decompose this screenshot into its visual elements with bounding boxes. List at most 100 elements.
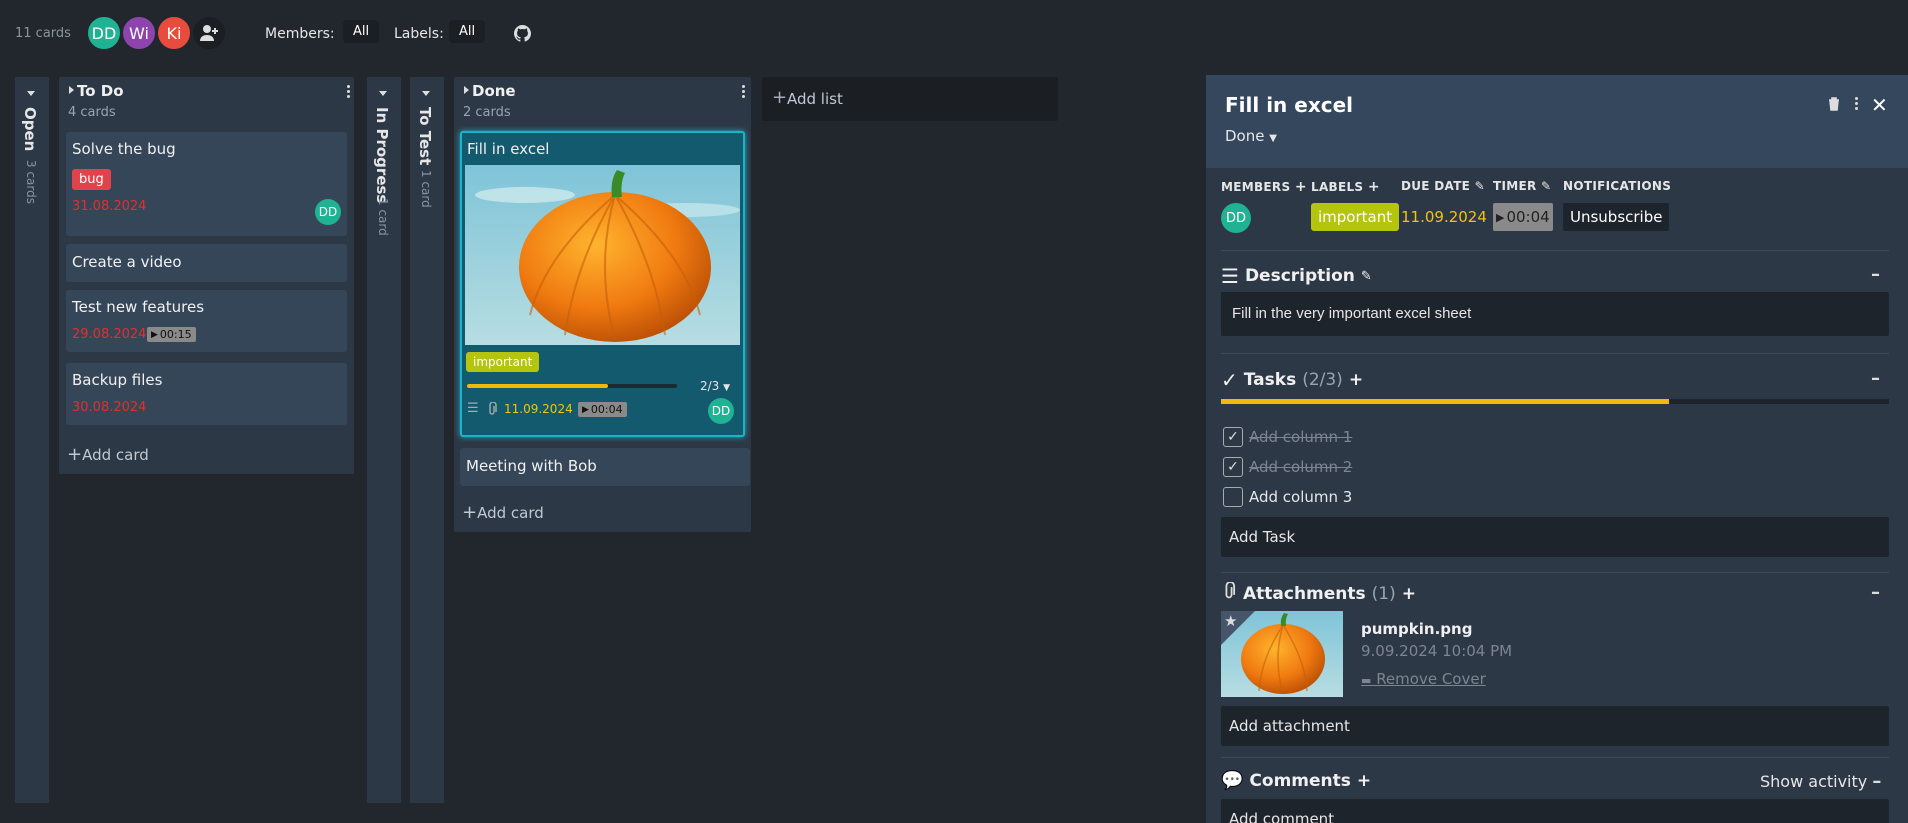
plus-icon[interactable]: +: [1349, 370, 1363, 390]
attachment-thumbnail[interactable]: ★: [1221, 611, 1343, 697]
task-count[interactable]: 2/3 ▼: [700, 379, 730, 393]
checkmark-icon: ✓: [1221, 368, 1238, 392]
list-menu-icon[interactable]: [742, 85, 745, 98]
avatar[interactable]: Wi: [121, 15, 157, 51]
list-open-collapsed[interactable]: Open 3 cards: [15, 77, 49, 803]
checkmark-icon: ✓: [1227, 459, 1239, 475]
add-comment-label: Add comment: [1229, 810, 1335, 823]
paperclip-icon: [1221, 581, 1237, 605]
list-todo: To Do 4 cards Solve the bug bug 31.08.20…: [59, 77, 354, 474]
add-task-input[interactable]: Add Task: [1221, 517, 1889, 557]
plus-icon[interactable]: +: [1357, 771, 1371, 791]
pencil-icon[interactable]: ✎: [1361, 269, 1372, 284]
card-detail-title[interactable]: Fill in excel: [1225, 93, 1353, 117]
card[interactable]: Backup files 30.08.2024: [66, 363, 347, 425]
person-add-icon[interactable]: [191, 15, 227, 51]
avatar-initials: DD: [711, 404, 731, 418]
expand-icon[interactable]: [422, 91, 430, 96]
attachment-name[interactable]: pumpkin.png: [1361, 620, 1472, 638]
avatar[interactable]: Ki: [156, 15, 192, 51]
collapse-section-icon[interactable]: –: [1871, 368, 1880, 389]
task-checkbox[interactable]: [1223, 487, 1243, 507]
unsubscribe-button[interactable]: Unsubscribe: [1563, 203, 1670, 231]
close-icon[interactable]: ✕: [1871, 93, 1888, 117]
card[interactable]: Solve the bug bug 31.08.2024 DD: [66, 132, 347, 236]
task-checkbox[interactable]: ✓: [1223, 457, 1243, 477]
card-title: Solve the bug: [72, 140, 176, 158]
add-comment-input[interactable]: Add comment: [1221, 799, 1889, 823]
add-list-button[interactable]: + Add list: [762, 77, 1058, 121]
task-text[interactable]: Add column 3: [1249, 488, 1352, 506]
list-menu-icon[interactable]: [347, 85, 350, 98]
plus-icon[interactable]: +: [1402, 584, 1416, 604]
add-attachment-button[interactable]: Add attachment: [1221, 706, 1889, 746]
tasks-progress-bar: [1221, 399, 1889, 404]
timer-value: 00:04: [590, 403, 623, 416]
trash-icon[interactable]: [1828, 96, 1840, 115]
due-date-heading: DUE DATE ✎: [1401, 179, 1485, 193]
description-box[interactable]: Fill in the very important excel sheet: [1221, 292, 1889, 336]
section-heading-text: TIMER: [1493, 179, 1537, 193]
pencil-icon[interactable]: ✎: [1475, 179, 1485, 193]
list-selector-label: Done: [1225, 127, 1265, 145]
show-activity-button[interactable]: Show activity –: [1760, 771, 1881, 792]
avatar[interactable]: DD: [86, 15, 122, 51]
task-checkbox[interactable]: ✓: [1223, 427, 1243, 447]
play-icon: ▶: [582, 404, 589, 415]
collapse-section-icon[interactable]: –: [1871, 264, 1880, 285]
detail-label[interactable]: important: [1311, 203, 1400, 231]
expand-icon[interactable]: [379, 91, 387, 96]
task-text[interactable]: Add column 2: [1249, 458, 1352, 476]
checkmark-icon: ✓: [1227, 429, 1239, 445]
detail-due-date[interactable]: 11.09.2024: [1401, 208, 1487, 226]
tasks-heading: ✓ Tasks (2/3) +: [1221, 368, 1363, 392]
list-title: To Do: [77, 82, 124, 100]
avatar[interactable]: DD: [1221, 203, 1251, 233]
task-text[interactable]: Add column 1: [1249, 428, 1352, 446]
task-progress-fill: [467, 384, 608, 388]
card[interactable]: Create a video: [66, 244, 347, 282]
labels-filter-button[interactable]: All: [449, 20, 486, 43]
add-card-button[interactable]: +Add card: [67, 444, 149, 465]
star-icon[interactable]: ★: [1224, 612, 1237, 630]
divider: [1221, 353, 1889, 354]
task-count-value: 2/3: [700, 379, 720, 393]
card[interactable]: Test new features 29.08.2024 ▶ 00:15: [66, 290, 347, 352]
divider: [1221, 572, 1889, 573]
pencil-icon[interactable]: ✎: [1541, 179, 1551, 193]
section-heading-text: Description: [1244, 266, 1355, 286]
timer-heading: TIMER ✎: [1493, 179, 1551, 193]
plus-icon[interactable]: +: [1295, 179, 1307, 195]
add-card-button[interactable]: +Add card: [462, 502, 544, 523]
attachments-count: (1): [1371, 583, 1396, 604]
list-totest-collapsed[interactable]: To Test 1 card: [410, 77, 444, 803]
caret-down-icon: ▼: [1269, 133, 1277, 144]
section-heading-text: MEMBERS: [1221, 180, 1291, 194]
github-icon[interactable]: [514, 25, 531, 46]
card-count: 11 cards: [15, 26, 71, 41]
avatar[interactable]: DD: [708, 398, 734, 424]
list-inprogress-collapsed[interactable]: In Progress 1 card: [367, 77, 401, 803]
detail-timer[interactable]: ▶ 00:04: [1493, 203, 1553, 231]
card-timer[interactable]: ▶ 00:15: [147, 327, 196, 342]
members-filter-label: Members:: [265, 26, 335, 42]
card-menu-icon[interactable]: [1855, 97, 1858, 110]
list-selector[interactable]: Done ▼: [1225, 127, 1277, 145]
remove-cover-link[interactable]: ▬ Remove Cover: [1361, 670, 1486, 688]
members-filter-button[interactable]: All: [343, 20, 380, 43]
collapse-section-icon[interactable]: –: [1871, 582, 1880, 603]
card-title: Backup files: [72, 371, 163, 389]
card-timer[interactable]: ▶ 00:04: [578, 402, 627, 417]
expand-icon[interactable]: [27, 91, 35, 96]
avatar[interactable]: DD: [315, 199, 341, 225]
collapse-section-icon: –: [1872, 771, 1882, 792]
card-detail-header: [1206, 75, 1908, 168]
collapse-icon[interactable]: [69, 86, 74, 94]
plus-icon[interactable]: +: [1368, 179, 1380, 195]
card[interactable]: Meeting with Bob: [460, 448, 750, 486]
avatar-initials: DD: [1225, 210, 1247, 226]
avatar-initials: DD: [91, 23, 117, 43]
collapse-icon[interactable]: [464, 86, 469, 94]
card-selected[interactable]: Fill in excel important 2/3 ▼ ☰ 11.09.20…: [460, 131, 745, 437]
card-due-date: 31.08.2024: [72, 199, 147, 214]
